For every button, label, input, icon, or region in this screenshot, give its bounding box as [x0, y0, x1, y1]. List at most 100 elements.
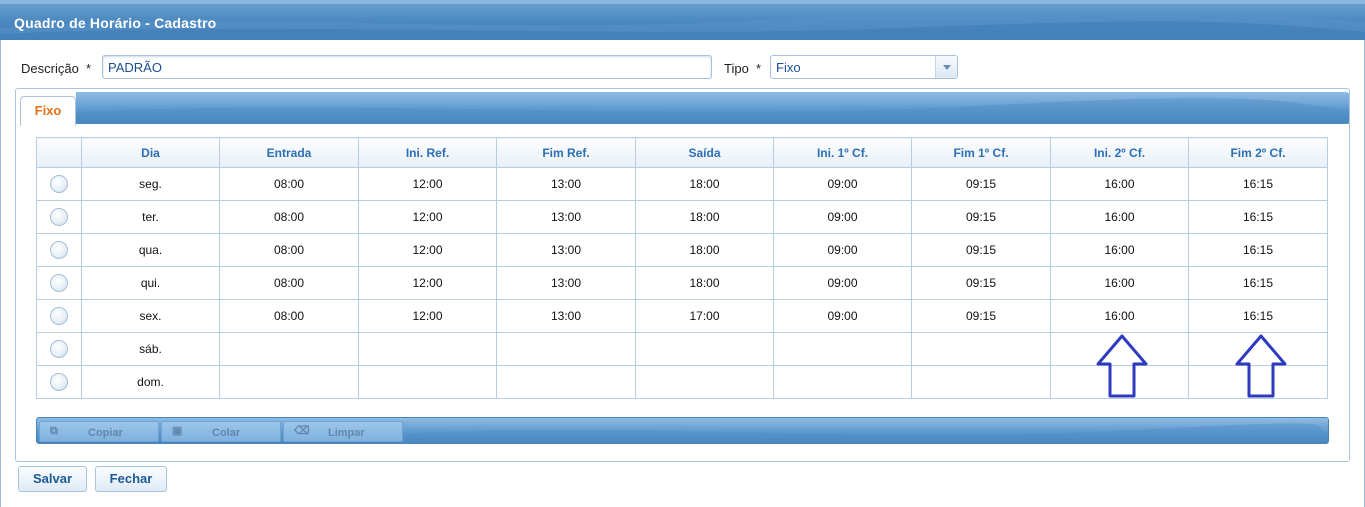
row-select-cell[interactable]	[36, 233, 82, 267]
cell-fim-1-cf[interactable]	[911, 332, 1051, 366]
cell-saida[interactable]: 18:00	[635, 167, 774, 201]
cell-ini-2-cf[interactable]: 16:00	[1050, 266, 1189, 300]
row-select-cell[interactable]	[36, 332, 82, 366]
cell-fim-ref[interactable]	[496, 332, 636, 366]
cell-ini-1-cf[interactable]: 09:00	[773, 233, 912, 267]
row-radio[interactable]	[50, 241, 68, 259]
column-header-ini-ref[interactable]: Ini. Ref.	[358, 137, 497, 168]
cell-fim-1-cf[interactable]: 09:15	[911, 266, 1051, 300]
row-radio[interactable]	[50, 373, 68, 391]
tab-strip: Fixo	[16, 89, 1349, 126]
cell-ini-1-cf[interactable]	[773, 332, 912, 366]
cell-ini-1-cf[interactable]: 09:00	[773, 299, 912, 333]
cell-ini-ref[interactable]	[358, 332, 497, 366]
cell-fim-2-cf[interactable]: 16:15	[1188, 266, 1328, 300]
table-row[interactable]: qui. 08:00 12:00 13:00 18:00 09:00 09:15…	[36, 266, 1328, 300]
cell-ini-2-cf[interactable]: 16:00	[1050, 200, 1189, 234]
cell-ini-1-cf[interactable]: 09:00	[773, 167, 912, 201]
table-row[interactable]: seg. 08:00 12:00 13:00 18:00 09:00 09:15…	[36, 167, 1328, 201]
tipo-select[interactable]: Fixo	[770, 55, 958, 79]
cell-dia: sex.	[81, 299, 220, 333]
close-button[interactable]: Fechar	[95, 466, 167, 492]
chevron-down-icon[interactable]	[935, 56, 957, 78]
cell-fim-ref[interactable]: 13:00	[496, 266, 636, 300]
cell-fim-1-cf[interactable]: 09:15	[911, 233, 1051, 267]
table-row[interactable]: sex. 08:00 12:00 13:00 17:00 09:00 09:15…	[36, 299, 1328, 333]
cell-dia: sáb.	[81, 332, 220, 366]
table-row[interactable]: ter. 08:00 12:00 13:00 18:00 09:00 09:15…	[36, 200, 1328, 234]
cell-fim-2-cf[interactable]: 16:15	[1188, 200, 1328, 234]
column-header-fim-2-cf[interactable]: Fim 2º Cf.	[1188, 137, 1328, 168]
cell-ini-2-cf[interactable]: 16:00	[1050, 233, 1189, 267]
cell-saida[interactable]	[635, 332, 774, 366]
cell-ini-ref[interactable]: 12:00	[358, 266, 497, 300]
row-select-cell[interactable]	[36, 299, 82, 333]
cell-entrada[interactable]: 08:00	[219, 167, 359, 201]
tab-fixo[interactable]: Fixo	[20, 96, 76, 126]
row-select-cell[interactable]	[36, 167, 82, 201]
cell-fim-ref[interactable]	[496, 365, 636, 399]
column-header-fim-ref[interactable]: Fim Ref.	[496, 137, 636, 168]
cell-ini-ref[interactable]: 12:00	[358, 200, 497, 234]
row-radio[interactable]	[50, 340, 68, 358]
row-radio[interactable]	[50, 274, 68, 292]
save-button[interactable]: Salvar	[18, 466, 87, 492]
cell-ini-ref[interactable]: 12:00	[358, 299, 497, 333]
up-arrow-annotation-icon	[1096, 334, 1148, 398]
column-header-ini-1-cf[interactable]: Ini. 1º Cf.	[773, 137, 912, 168]
cell-fim-ref[interactable]: 13:00	[496, 167, 636, 201]
tab-panel: Fixo Dia Entrada Ini. Ref. Fim Ref. Saíd…	[15, 88, 1350, 462]
cell-ini-ref[interactable]: 12:00	[358, 233, 497, 267]
paste-button[interactable]: ▣ Colar	[161, 421, 281, 442]
column-header-ini-2-cf[interactable]: Ini. 2º Cf.	[1050, 137, 1189, 168]
cell-entrada[interactable]: 08:00	[219, 266, 359, 300]
row-radio[interactable]	[50, 175, 68, 193]
row-select-cell[interactable]	[36, 365, 82, 399]
tipo-selected-value: Fixo	[776, 60, 801, 75]
cell-fim-ref[interactable]: 13:00	[496, 299, 636, 333]
row-select-cell[interactable]	[36, 266, 82, 300]
cell-fim-1-cf[interactable]: 09:15	[911, 167, 1051, 201]
descricao-input[interactable]	[102, 55, 712, 79]
cell-fim-ref[interactable]: 13:00	[496, 200, 636, 234]
clear-button[interactable]: ⌫ Limpar	[283, 421, 403, 442]
cell-entrada[interactable]: 08:00	[219, 299, 359, 333]
cell-fim-1-cf[interactable]: 09:15	[911, 299, 1051, 333]
table-header-row: Dia Entrada Ini. Ref. Fim Ref. Saída Ini…	[36, 137, 1328, 168]
cell-entrada[interactable]: 08:00	[219, 233, 359, 267]
table-row[interactable]: qua. 08:00 12:00 13:00 18:00 09:00 09:15…	[36, 233, 1328, 267]
cell-entrada[interactable]	[219, 365, 359, 399]
cell-fim-2-cf[interactable]: 16:15	[1188, 167, 1328, 201]
copy-icon: ⧉	[50, 425, 58, 437]
cell-ini-1-cf[interactable]: 09:00	[773, 200, 912, 234]
cell-fim-1-cf[interactable]	[911, 365, 1051, 399]
cell-entrada[interactable]	[219, 332, 359, 366]
cell-ini-2-cf[interactable]: 16:00	[1050, 299, 1189, 333]
cell-fim-1-cf[interactable]: 09:15	[911, 200, 1051, 234]
cell-saida[interactable]: 18:00	[635, 233, 774, 267]
cell-fim-ref[interactable]: 13:00	[496, 233, 636, 267]
row-radio[interactable]	[50, 307, 68, 325]
cell-fim-2-cf[interactable]: 16:15	[1188, 233, 1328, 267]
cell-dia: qui.	[81, 266, 220, 300]
cell-saida[interactable]: 18:00	[635, 200, 774, 234]
cell-ini-1-cf[interactable]	[773, 365, 912, 399]
row-radio[interactable]	[50, 208, 68, 226]
column-header-entrada[interactable]: Entrada	[219, 137, 359, 168]
cell-fim-2-cf[interactable]: 16:15	[1188, 299, 1328, 333]
row-select-cell[interactable]	[36, 200, 82, 234]
cell-ini-1-cf[interactable]: 09:00	[773, 266, 912, 300]
copy-button[interactable]: ⧉ Copiar	[39, 421, 159, 442]
cell-saida[interactable]	[635, 365, 774, 399]
cell-saida[interactable]: 18:00	[635, 266, 774, 300]
cell-ini-ref[interactable]	[358, 365, 497, 399]
cell-ini-2-cf[interactable]: 16:00	[1050, 167, 1189, 201]
column-header-saida[interactable]: Saída	[635, 137, 774, 168]
cell-saida[interactable]: 17:00	[635, 299, 774, 333]
cell-ini-ref[interactable]: 12:00	[358, 167, 497, 201]
column-header-fim-1-cf[interactable]: Fim 1º Cf.	[911, 137, 1051, 168]
up-arrow-annotation-icon	[1235, 334, 1287, 398]
window-titlebar[interactable]: Quadro de Horário - Cadastro	[0, 0, 1365, 40]
cell-entrada[interactable]: 08:00	[219, 200, 359, 234]
column-header-dia[interactable]: Dia	[81, 137, 220, 168]
